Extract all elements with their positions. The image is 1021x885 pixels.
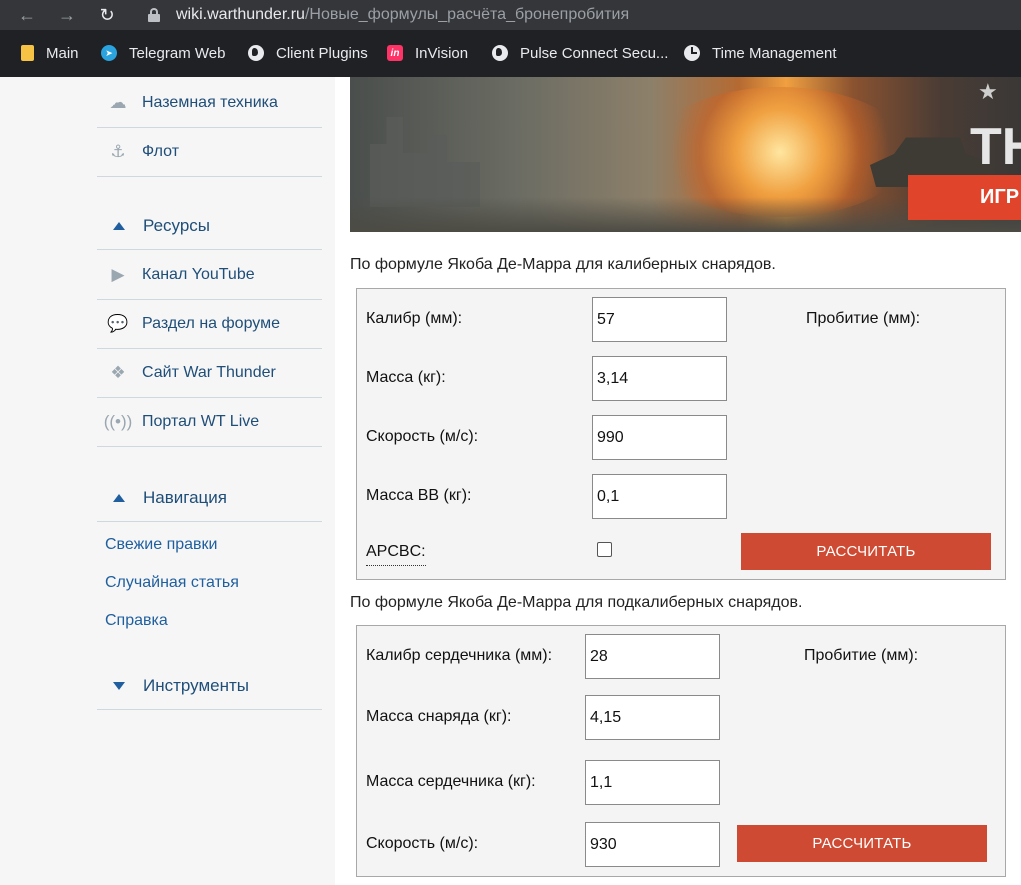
url-domain: wiki.warthunder.ru <box>176 6 305 23</box>
sidebar-item-label: Канал YouTube <box>142 266 255 283</box>
telegram-icon: ➤ <box>101 45 117 61</box>
apcbc-label: APCBC: <box>366 543 426 566</box>
bookmark-label: Main <box>46 44 79 62</box>
calibre-form-caption: По формуле Якоба Де-Марра для калиберных… <box>350 256 776 273</box>
sidebar-section-resources[interactable]: Ресурсы <box>97 203 322 250</box>
bookmark-label: Pulse Connect Secu... <box>520 44 669 62</box>
shell-mass-input[interactable]: 4,15 <box>585 695 720 740</box>
mass-input[interactable]: 3,14 <box>592 356 727 401</box>
ruins-graphic <box>370 117 480 207</box>
broadcast-icon: ((•)) <box>103 412 133 431</box>
forum-icon: 💬 <box>107 314 129 333</box>
browser-url-bar: ← → ↻ wiki.warthunder.ru/Новые_формулы_р… <box>0 0 1021 30</box>
address-field[interactable]: wiki.warthunder.ru/Новые_формулы_расчёта… <box>176 5 629 25</box>
url-path: /Новые_формулы_расчёта_бронепробития <box>304 6 630 23</box>
calibre-label: Калибр (мм): <box>366 310 463 327</box>
core-mass-label: Масса сердечника (кг): <box>366 773 536 790</box>
core-mass-input[interactable]: 1,1 <box>585 760 720 805</box>
sidebar-item-wt-live[interactable]: ((•)) Портал WT Live <box>97 398 322 447</box>
back-arrow-icon[interactable]: ← <box>16 4 38 26</box>
war-thunder-icon: ❖ <box>110 363 126 382</box>
sidebar-item-war-thunder-site[interactable]: ❖ Сайт War Thunder <box>97 349 322 398</box>
sidebar-item-label: Портал WT Live <box>142 413 260 430</box>
explosive-mass-input[interactable]: 0,1 <box>592 474 727 519</box>
bookmark-pulse-connect[interactable]: Pulse Connect Secu... <box>492 42 668 64</box>
subcalibre-calculator-panel: Калибр сердечника (мм): 28 Пробитие (мм)… <box>356 625 1006 877</box>
apcbc-checkbox[interactable] <box>597 542 612 557</box>
velocity-input[interactable]: 990 <box>592 415 727 460</box>
forward-arrow-icon[interactable]: → <box>56 4 78 26</box>
sidebar-item-fleet[interactable]: ⚓ Флот <box>97 128 322 177</box>
collapse-arrow-icon <box>113 493 125 502</box>
sidebar-item-label: Наземная техника <box>142 94 278 111</box>
sidebar-section-tools[interactable]: Инструменты <box>97 662 322 710</box>
reload-icon[interactable]: ↻ <box>96 4 118 26</box>
sidebar-item-ground-vehicles[interactable]: ☁ Наземная техника <box>97 79 322 128</box>
bookmark-main[interactable]: Main <box>21 42 79 64</box>
sidebar-item-label: Флот <box>142 143 180 160</box>
shell-mass-label: Масса снаряда (кг): <box>366 708 512 725</box>
cloud-tank-icon: ☁ <box>109 93 127 112</box>
bookmark-invision[interactable]: in InVision <box>387 42 468 64</box>
globe-icon <box>492 45 508 61</box>
nav-link-help[interactable]: Справка <box>105 612 168 630</box>
collapse-arrow-icon <box>113 222 125 230</box>
sidebar-item-label: Сайт War Thunder <box>142 364 276 381</box>
anchor-icon: ⚓ <box>110 142 126 161</box>
bookmark-telegram-web[interactable]: ➤ Telegram Web <box>101 42 225 64</box>
nav-link-recent-changes[interactable]: Свежие правки <box>105 536 217 554</box>
sidebar-section-navigation[interactable]: Навигация <box>97 474 322 522</box>
bookmark-time-management[interactable]: Time Management <box>684 42 837 64</box>
calibre-input[interactable]: 57 <box>592 297 727 342</box>
bookmark-client-plugins[interactable]: Client Plugins <box>248 42 368 64</box>
clock-icon <box>684 45 700 61</box>
calibre-calculator-panel: Калибр (мм): 57 Пробитие (мм): Масса (кг… <box>356 288 1006 580</box>
explosive-mass-label: Масса ВВ (кг): <box>366 487 472 504</box>
section-heading: Инструменты <box>143 675 250 695</box>
velocity-label: Скорость (м/с): <box>366 428 479 445</box>
core-calibre-label: Калибр сердечника (мм): <box>366 647 553 664</box>
globe-icon <box>248 45 264 61</box>
youtube-icon: ▶ <box>111 265 125 284</box>
calculate-button[interactable]: РАССЧИТАТЬ <box>741 533 991 570</box>
bookmarks-bar: Main ➤ Telegram Web Client Plugins in In… <box>0 30 1021 77</box>
lock-icon[interactable] <box>148 8 160 22</box>
mass-label: Масса (кг): <box>366 369 446 386</box>
banner-play-button[interactable]: ИГР <box>908 175 1021 220</box>
folder-icon <box>21 45 34 61</box>
expand-arrow-icon <box>113 681 125 690</box>
penetration-result-label: Пробитие (мм): <box>806 310 921 327</box>
velocity-label: Скорость (м/с): <box>366 835 479 852</box>
promo-banner[interactable]: ★ TH ИГР <box>350 77 1021 232</box>
penetration-result-label: Пробитие (мм): <box>804 647 919 664</box>
subcalibre-form-caption: По формуле Якоба Де-Марра для подкалибер… <box>350 594 803 611</box>
sidebar-item-youtube[interactable]: ▶ Канал YouTube <box>97 251 322 300</box>
bookmark-label: Client Plugins <box>276 44 368 62</box>
section-heading: Навигация <box>143 487 227 507</box>
calculate-button[interactable]: РАССЧИТАТЬ <box>737 825 987 862</box>
sidebar-item-forum[interactable]: 💬 Раздел на форуме <box>97 300 322 349</box>
bookmark-label: Telegram Web <box>129 44 226 62</box>
star-icon: ★ <box>978 79 998 104</box>
banner-title: TH <box>970 118 1021 176</box>
bookmark-label: InVision <box>415 44 469 62</box>
section-heading: Ресурсы <box>143 216 211 235</box>
nav-link-random-article[interactable]: Случайная статья <box>105 574 239 592</box>
bookmark-label: Time Management <box>712 44 837 62</box>
sidebar-item-label: Раздел на форуме <box>142 315 281 332</box>
core-calibre-input[interactable]: 28 <box>585 634 720 679</box>
invision-icon: in <box>387 45 403 61</box>
velocity-input[interactable]: 930 <box>585 822 720 867</box>
